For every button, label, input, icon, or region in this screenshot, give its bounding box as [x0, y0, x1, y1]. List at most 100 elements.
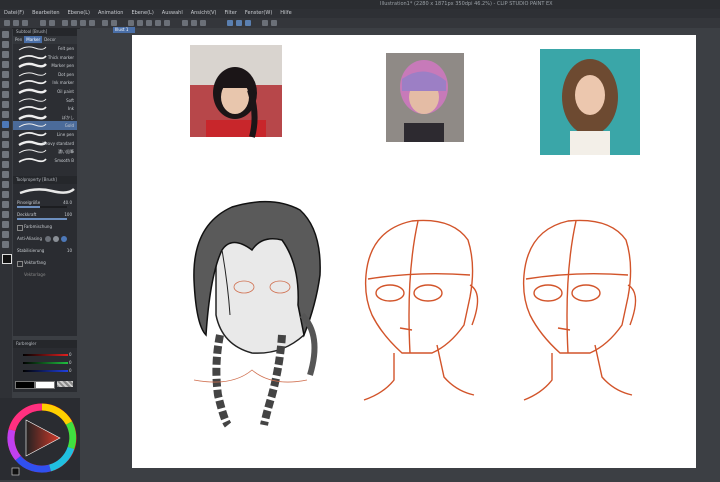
menu-ebene[interactable]: Ebene(L) — [127, 9, 157, 16]
move-tool-icon[interactable] — [2, 41, 9, 48]
tab-pen[interactable]: Pen — [13, 36, 24, 43]
blue-slider[interactable] — [23, 370, 68, 372]
prop-opacity[interactable]: Deckkraft 100 — [13, 210, 77, 222]
menu-ansicht[interactable]: Ansicht(V) — [187, 9, 221, 16]
brush-item[interactable]: Ink — [13, 104, 77, 113]
correct-line-icon[interactable] — [2, 241, 9, 248]
tab-decor[interactable]: Decor — [42, 36, 58, 43]
menu-auswahl[interactable]: Auswahl — [158, 9, 187, 16]
aa-none-icon[interactable] — [45, 236, 51, 242]
menu-animation[interactable]: Animation — [94, 9, 128, 16]
snap-icon[interactable] — [146, 20, 152, 26]
color-mix-checkbox[interactable] — [17, 225, 23, 231]
eraser-icon[interactable] — [2, 151, 9, 158]
clear-icon[interactable] — [62, 20, 68, 26]
zoom-icon[interactable] — [200, 20, 206, 26]
brush-item[interactable]: Heavy standard — [13, 139, 77, 148]
new-file-icon[interactable] — [4, 20, 10, 26]
move-layer-icon[interactable] — [2, 61, 9, 68]
brush-item[interactable]: 濃い鉛筆 — [13, 147, 77, 156]
redo-icon[interactable] — [49, 20, 55, 26]
eyedropper-icon[interactable] — [2, 91, 9, 98]
transparent-color-box[interactable] — [57, 381, 73, 387]
snap-special-ruler-icon[interactable] — [236, 20, 242, 26]
brush-item[interactable]: Ink marker — [13, 78, 77, 87]
aa-weak-icon[interactable] — [53, 236, 59, 242]
decoration-icon[interactable] — [2, 141, 9, 148]
auto-select-icon[interactable] — [2, 81, 9, 88]
cut-icon[interactable] — [71, 20, 77, 26]
prop-anti-aliasing[interactable]: Anti-Aliasing — [13, 234, 77, 246]
copy-icon[interactable] — [80, 20, 86, 26]
menu-story[interactable]: Ebene(L) — [64, 9, 94, 16]
brush-item[interactable]: Felt pen — [13, 44, 77, 53]
brush-stroke-preview — [18, 114, 47, 120]
text-tool-icon[interactable] — [2, 221, 9, 228]
figure-icon[interactable] — [2, 191, 9, 198]
snap-ruler-icon[interactable] — [227, 20, 233, 26]
menu-filter[interactable]: Filter — [221, 9, 241, 16]
brush-item[interactable]: Gold — [13, 121, 77, 130]
prop-vector-snap[interactable]: Vektorfang — [13, 258, 77, 270]
menu-datei[interactable]: Datei(F) — [0, 9, 28, 16]
fill-tool-icon[interactable] — [2, 171, 9, 178]
pencil-icon[interactable] — [2, 111, 9, 118]
red-slider[interactable] — [23, 354, 68, 356]
brush-item[interactable]: ぼかし — [13, 113, 77, 122]
save-icon[interactable] — [22, 20, 28, 26]
rotate-icon[interactable] — [182, 20, 188, 26]
help-icon[interactable] — [262, 20, 268, 26]
canvas-drawing — [190, 45, 640, 428]
snap-grid-icon[interactable] — [245, 20, 251, 26]
prop-color-mix[interactable]: Farbmischung — [13, 222, 77, 234]
balloon-icon[interactable] — [2, 231, 9, 238]
flip-icon[interactable] — [191, 20, 197, 26]
brush-item[interactable]: Soft — [13, 96, 77, 105]
operation-tool-icon[interactable] — [2, 51, 9, 58]
main-color-swatch[interactable] — [2, 254, 12, 264]
brush-label: Heavy standard — [42, 140, 74, 146]
settings-icon[interactable] — [271, 20, 277, 26]
color-slider-panel: Farbregler 0 0 0 — [13, 340, 77, 392]
brush-item[interactable]: Smooth B — [13, 156, 77, 165]
menu-hilfe[interactable]: Hilfe — [276, 9, 295, 16]
canvas-paper[interactable] — [132, 35, 696, 468]
brush-item[interactable]: Oil paint — [13, 87, 77, 96]
ruler-icon[interactable] — [128, 20, 134, 26]
open-file-icon[interactable] — [13, 20, 19, 26]
frame-icon[interactable] — [2, 201, 9, 208]
brush-item[interactable]: Marker pen — [13, 61, 77, 70]
undo-icon[interactable] — [40, 20, 46, 26]
sub-color-box[interactable] — [35, 381, 55, 389]
prop-vector-layer[interactable]: Vektorlage — [13, 270, 77, 282]
pen-icon[interactable] — [2, 101, 9, 108]
zoom-tool-icon[interactable] — [2, 31, 9, 38]
airbrush-icon[interactable] — [2, 131, 9, 138]
gradient-icon[interactable] — [2, 181, 9, 188]
reference-photo-1 — [190, 45, 282, 138]
blend-icon[interactable] — [2, 161, 9, 168]
menu-fenster[interactable]: Fenster(W) — [241, 9, 276, 16]
paste-icon[interactable] — [89, 20, 95, 26]
tab-marker[interactable]: Marker — [24, 36, 43, 43]
selection-icon[interactable] — [2, 71, 9, 78]
menu-bearbeiten[interactable]: Bearbeiten — [28, 9, 63, 16]
brush-item[interactable]: Thick marker — [13, 53, 77, 62]
select-icon[interactable] — [164, 20, 170, 26]
prop-brush-size[interactable]: Pinselgröße 40.0 — [13, 198, 77, 210]
prop-stabilization[interactable]: Stabilisierung 10 — [13, 246, 77, 258]
green-slider[interactable] — [23, 362, 68, 364]
main-color-box[interactable] — [15, 381, 35, 389]
grid-icon[interactable] — [137, 20, 143, 26]
aa-medium-icon[interactable] — [61, 236, 67, 242]
brush-item[interactable]: Dot pen — [13, 70, 77, 79]
document-tab[interactable]: Illust 1 — [113, 27, 135, 33]
vector-snap-checkbox[interactable] — [17, 261, 23, 267]
ruler-tool-icon[interactable] — [2, 211, 9, 218]
brush-icon[interactable] — [2, 121, 9, 128]
fill-icon[interactable] — [111, 20, 117, 26]
hide-icon[interactable] — [155, 20, 161, 26]
transform-icon[interactable] — [102, 20, 108, 26]
color-wheel[interactable] — [0, 398, 80, 480]
brush-item[interactable]: Line pen — [13, 130, 77, 139]
